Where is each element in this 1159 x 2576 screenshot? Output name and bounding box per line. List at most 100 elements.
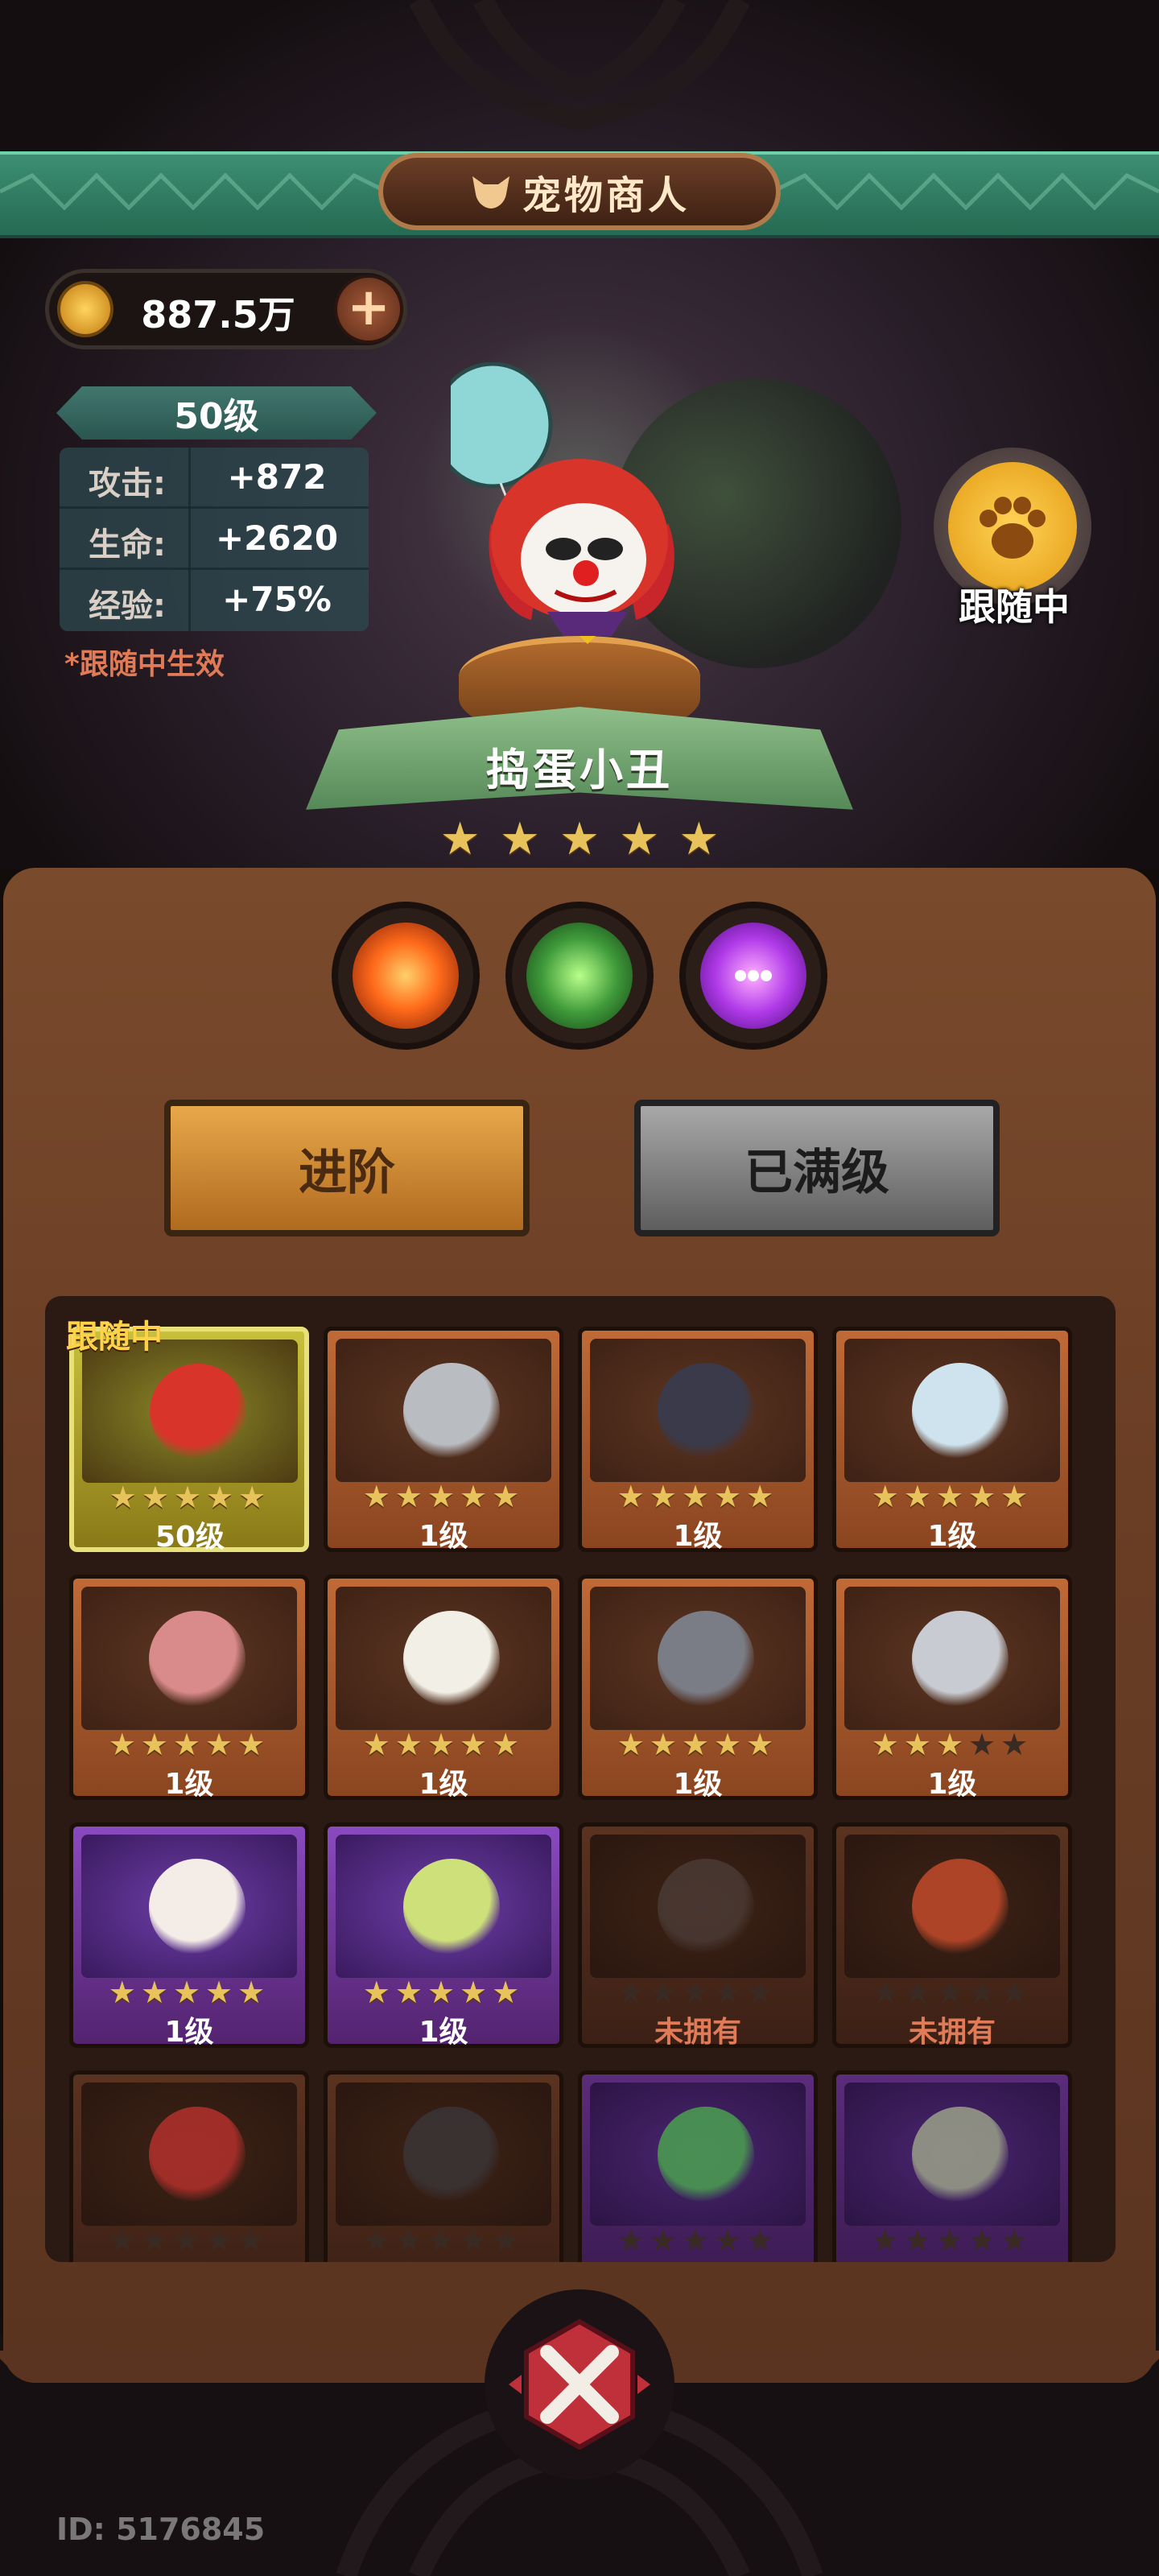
pet-card[interactable]: ★★★★★ 50级: [69, 1327, 309, 1554]
star-icon: ★: [427, 2223, 460, 2258]
pet-card[interactable]: ★★★★★: [578, 2070, 818, 2262]
pet-card-portrait: [336, 2083, 551, 2226]
star-icon: ★: [935, 2223, 969, 2258]
max-level-button[interactable]: 已满级: [634, 1100, 1000, 1236]
pet-card-stars: ★★★★★: [73, 1727, 305, 1762]
star-icon: ★: [427, 1479, 460, 1514]
bird-icon: [912, 2107, 1008, 2203]
pet-card-stars: ★★★★★: [582, 1727, 814, 1762]
pet-card[interactable]: ★★★★★ 1级: [69, 1823, 309, 2049]
star-icon: ★: [427, 1727, 460, 1762]
star-icon: ★: [746, 2223, 779, 2258]
page-title: 宠物商人: [522, 173, 690, 218]
pet-card[interactable]: ★★★★★ 1级: [324, 1823, 563, 2049]
star-icon: ★: [362, 1727, 395, 1762]
close-x-icon: [509, 2318, 650, 2450]
pet-card-stars: ★★★★★: [582, 1975, 814, 2010]
star-icon: ★: [172, 2223, 206, 2258]
star-icon: ★: [237, 2223, 270, 2258]
skill-slot-poison[interactable]: [505, 902, 654, 1050]
ice-spider-icon: [912, 1363, 1008, 1459]
title-plaque: 宠物商人: [378, 153, 781, 230]
star-icon: ★: [362, 1975, 395, 2010]
pet-card[interactable]: ★★★★★ 1级: [578, 1327, 818, 1553]
pet-card[interactable]: ★★★★★: [832, 2070, 1072, 2262]
stat-value: +2620: [215, 518, 339, 558]
stat-label: 经验:: [89, 588, 166, 625]
star-icon: ★: [1000, 1975, 1033, 2010]
star-icon: ★: [871, 2223, 904, 2258]
star-icon: ★: [172, 1727, 206, 1762]
pet-card[interactable]: ★★★★★ 1级: [832, 1327, 1072, 1553]
pet-grid: ★★★★★ 50级 ★★★★★ 1级 ★★★★★ 1级 ★★★★★ 1级 ★★★★★ 1级 ★★★★…: [45, 1296, 1116, 2262]
pet-card[interactable]: ★★★★★ 未拥有: [578, 1823, 818, 2049]
star-icon: ★: [714, 1479, 747, 1514]
pet-card-level: 未拥有: [908, 2016, 996, 2049]
stat-value: +872: [227, 457, 327, 497]
star-icon: ★: [746, 1727, 779, 1762]
star-icon: ★: [206, 1480, 239, 1515]
star-icon: ★: [649, 2223, 682, 2258]
star-icon: ★: [871, 1479, 904, 1514]
pet-card[interactable]: ★★★★★: [324, 2070, 563, 2262]
pet-card-stars: ★★★★★: [328, 2223, 559, 2258]
chicken-icon: [149, 1859, 245, 1955]
pet-card-level: 未拥有: [654, 2016, 741, 2049]
star-icon: ★: [108, 1975, 141, 2010]
daruma-icon: [149, 2107, 245, 2203]
pet-card[interactable]: ★★★★★: [69, 2070, 309, 2262]
star-icon: ★: [394, 2223, 427, 2258]
pet-card[interactable]: ★★★★★ 未拥有: [832, 1823, 1072, 2049]
pet-card-stars: ★★★★★: [836, 2223, 1068, 2258]
star-icon: ★: [903, 1727, 936, 1762]
star-icon: ★: [871, 1975, 904, 2010]
skill-slot-fire[interactable]: [332, 902, 480, 1050]
star-icon: ★: [649, 1975, 682, 2010]
clown-pet-portrait: [451, 362, 674, 644]
coin-icon: [57, 281, 113, 337]
pet-card-portrait: [844, 1835, 1060, 1978]
following-tag: 跟随中: [66, 1319, 163, 1356]
fire-dragon-icon: [912, 1859, 1008, 1955]
star-icon: ★: [968, 1975, 1001, 2010]
pet-card[interactable]: ★★★★★ 1级: [324, 1575, 563, 1801]
deer-skull-icon: [403, 1859, 500, 1955]
advance-button[interactable]: 进阶: [164, 1100, 530, 1236]
star-icon: ★: [492, 1975, 525, 2010]
pet-card[interactable]: ★★★★★ 1级: [69, 1575, 309, 1801]
pet-card-portrait: [82, 1340, 298, 1483]
star-icon: ★: [681, 1975, 715, 2010]
pet-card-level: 1级: [927, 1768, 977, 1801]
pet-card-portrait: [844, 1339, 1060, 1482]
star-icon: ★: [394, 1727, 427, 1762]
stat-label: 生命:: [89, 526, 166, 564]
pet-card[interactable]: ★★★★★ 1级: [832, 1575, 1072, 1801]
pet-card-portrait: [81, 1587, 297, 1730]
star-icon: ★: [681, 2223, 715, 2258]
star-icon: ★: [968, 2223, 1001, 2258]
pet-card[interactable]: ★★★★★ 1级: [324, 1327, 563, 1553]
add-currency-button[interactable]: +: [334, 275, 403, 344]
star-icon: ★: [871, 1727, 904, 1762]
skill-slot-chat[interactable]: [679, 902, 827, 1050]
cat-icon: [658, 1611, 754, 1707]
frog-icon: [658, 2107, 754, 2203]
star-icon: ★: [617, 1975, 650, 2010]
star-icon: ★: [205, 2223, 238, 2258]
star-icon: ★: [1000, 1479, 1033, 1514]
pet-card-stars: ★★★★★: [328, 1479, 559, 1514]
pet-card-portrait: [81, 1835, 297, 1978]
pet-stats-panel: 攻击: +872 生命: +2620 经验: +75%: [60, 448, 369, 631]
pet-card-portrait: [336, 1339, 551, 1482]
pet-card-stars: ★★★★★: [328, 1727, 559, 1762]
pet-card-stars: ★★★★★: [582, 2223, 814, 2258]
duck-icon: [403, 1611, 500, 1707]
pet-card[interactable]: ★★★★★ 1级: [578, 1575, 818, 1801]
star-icon: ★: [681, 1727, 715, 1762]
close-button[interactable]: [485, 2289, 674, 2479]
currency-amount: 887.5万: [141, 293, 295, 336]
star-icon: ★: [492, 1479, 525, 1514]
star-icon: ★: [714, 1727, 747, 1762]
star-icon: ★: [394, 1975, 427, 2010]
star-icon: ★: [681, 1479, 715, 1514]
